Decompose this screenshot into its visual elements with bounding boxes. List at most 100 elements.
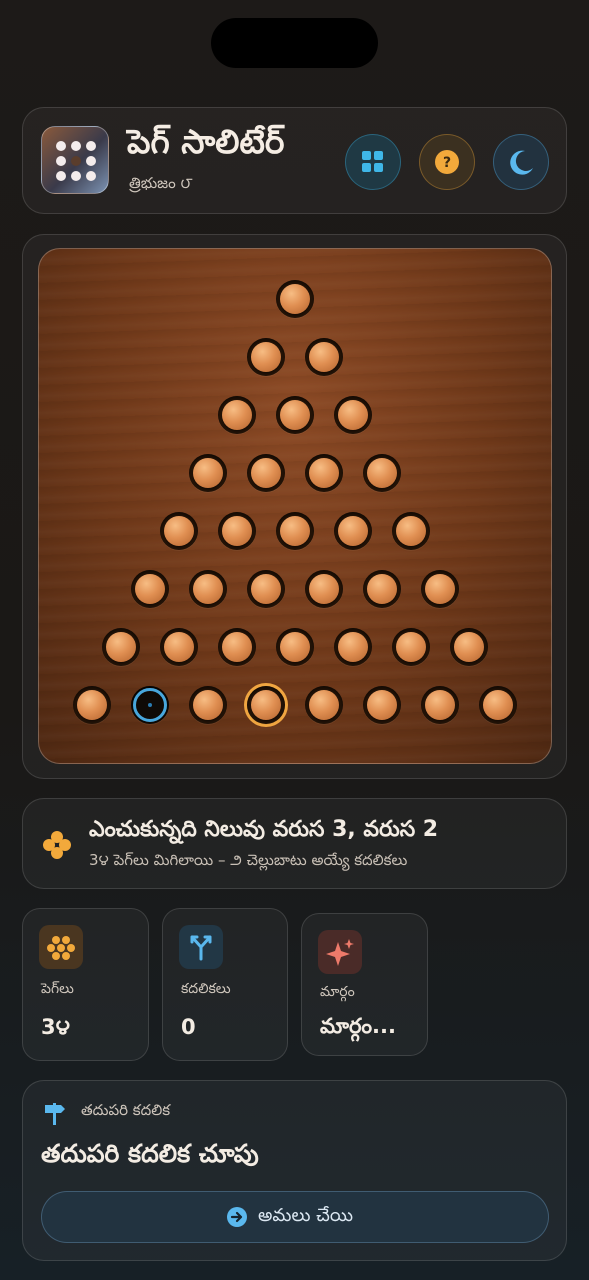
peg-hole[interactable]	[189, 454, 227, 492]
arrow-circle-icon	[227, 1207, 247, 1227]
peg[interactable]	[193, 458, 223, 488]
peg-hole[interactable]	[363, 686, 401, 724]
apply-button-label: అమలు చేయి	[258, 1205, 353, 1226]
peg-hole[interactable]	[334, 628, 372, 666]
peg[interactable]	[251, 458, 281, 488]
peg[interactable]	[280, 516, 310, 546]
peg[interactable]	[280, 632, 310, 662]
peg-hole[interactable]	[160, 628, 198, 666]
peg[interactable]	[251, 342, 281, 372]
stat-value-path: మార్గం...	[320, 1014, 396, 1038]
peg[interactable]	[280, 400, 310, 430]
stat-value-moves: 0	[181, 1015, 196, 1039]
peg-hole[interactable]	[218, 396, 256, 434]
board-card	[22, 234, 567, 779]
peg[interactable]	[222, 400, 252, 430]
peg-hole[interactable]	[392, 512, 430, 550]
status-subtitle: 3౪ పెగ్‌లు మిగిలాయి – ౨ చెల్లుబాటు అయ్యే…	[89, 851, 408, 869]
peg[interactable]	[367, 690, 397, 720]
theme-toggle-button[interactable]	[493, 134, 549, 190]
peg-hole[interactable]	[276, 512, 314, 550]
peg-hole[interactable]	[276, 280, 314, 318]
peg[interactable]	[309, 574, 339, 604]
peg[interactable]	[454, 632, 484, 662]
sparkle-icon	[318, 930, 362, 974]
peg-hole[interactable]	[247, 570, 285, 608]
peg-hole[interactable]	[189, 570, 227, 608]
peg-hole[interactable]	[305, 454, 343, 492]
peg-hole[interactable]	[392, 628, 430, 666]
peg[interactable]	[367, 574, 397, 604]
peg[interactable]	[367, 458, 397, 488]
peg[interactable]	[309, 342, 339, 372]
peg-hole[interactable]	[73, 686, 111, 724]
peg[interactable]	[222, 516, 252, 546]
peg[interactable]	[164, 516, 194, 546]
stat-card-pegs: పెగ్‌లు 3౪	[22, 908, 149, 1061]
stat-card-path: మార్గం మార్గం...	[301, 913, 428, 1056]
peg-hole[interactable]	[305, 686, 343, 724]
header-card: పెగ్ సాలిటేర్ త్రిభుజం ౮ ?	[22, 107, 567, 214]
peg-hole[interactable]	[276, 396, 314, 434]
stat-label-pegs: పెగ్‌లు	[41, 981, 74, 997]
peg-cluster-icon	[43, 831, 71, 859]
selected-peg-hole[interactable]	[247, 686, 285, 724]
peg[interactable]	[396, 516, 426, 546]
peg-hole[interactable]	[334, 512, 372, 550]
peg-hole[interactable]	[305, 338, 343, 376]
help-button[interactable]: ?	[419, 134, 475, 190]
moon-icon	[509, 150, 533, 175]
peg[interactable]	[425, 574, 455, 604]
peg[interactable]	[338, 516, 368, 546]
peg[interactable]	[309, 458, 339, 488]
peg[interactable]	[338, 632, 368, 662]
stat-label-path: మార్గం	[320, 984, 355, 1000]
peg[interactable]	[309, 690, 339, 720]
peg-hole[interactable]	[363, 570, 401, 608]
app-logo-icon	[41, 126, 109, 194]
peg[interactable]	[106, 632, 136, 662]
game-board	[38, 248, 552, 764]
svg-text:?: ?	[442, 155, 450, 171]
hint-card: తదుపరి కదలిక తదుపరి కదలిక చూపు అమలు చేయి	[22, 1080, 567, 1261]
hint-label: తదుపరి కదలిక	[81, 1101, 171, 1119]
peg-hole[interactable]	[334, 396, 372, 434]
peg-hole[interactable]	[131, 570, 169, 608]
peg-hole[interactable]	[363, 454, 401, 492]
peg-hole[interactable]	[189, 686, 227, 724]
peg[interactable]	[483, 690, 513, 720]
camera-notch	[211, 18, 378, 68]
boards-button[interactable]	[345, 134, 401, 190]
peg[interactable]	[193, 690, 223, 720]
peg-hole[interactable]	[421, 686, 459, 724]
selected-peg[interactable]	[251, 690, 281, 720]
peg[interactable]	[164, 632, 194, 662]
peg[interactable]	[280, 284, 310, 314]
peg-hole[interactable]	[305, 570, 343, 608]
peg-hole[interactable]	[247, 338, 285, 376]
peg[interactable]	[251, 574, 281, 604]
peg[interactable]	[338, 400, 368, 430]
split-arrows-icon	[179, 925, 223, 969]
peg-hole[interactable]	[479, 686, 517, 724]
peg-hole[interactable]	[218, 512, 256, 550]
stat-card-moves: కదలికలు 0	[162, 908, 288, 1061]
peg-hole[interactable]	[276, 628, 314, 666]
peg-hole[interactable]	[218, 628, 256, 666]
peg[interactable]	[222, 632, 252, 662]
grid-icon	[361, 150, 383, 172]
empty-hole-target[interactable]	[131, 686, 169, 724]
board-variant-label: త్రిభుజం ౮	[129, 174, 193, 192]
apply-button[interactable]: అమలు చేయి	[41, 1191, 549, 1243]
peg[interactable]	[396, 632, 426, 662]
peg[interactable]	[135, 574, 165, 604]
peg[interactable]	[77, 690, 107, 720]
peg-hole[interactable]	[450, 628, 488, 666]
peg-hole[interactable]	[421, 570, 459, 608]
peg-hole[interactable]	[160, 512, 198, 550]
peg-hole[interactable]	[102, 628, 140, 666]
peg[interactable]	[425, 690, 455, 720]
show-next-move-title[interactable]: తదుపరి కదలిక చూపు	[41, 1139, 259, 1175]
peg-hole[interactable]	[247, 454, 285, 492]
peg[interactable]	[193, 574, 223, 604]
